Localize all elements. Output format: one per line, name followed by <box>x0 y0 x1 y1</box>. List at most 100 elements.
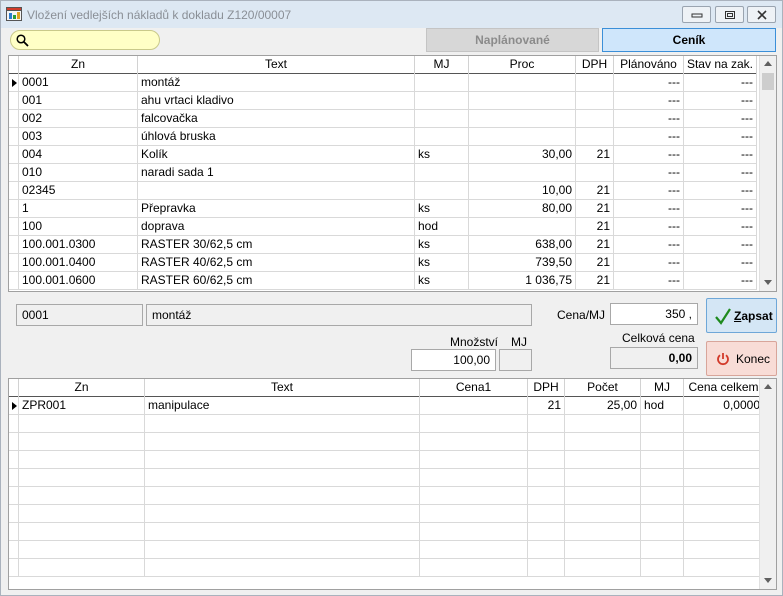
cell-dph: 21 <box>576 236 614 253</box>
row-indicator[interactable] <box>9 74 19 91</box>
row-indicator[interactable] <box>9 523 19 540</box>
cell-stock: --- <box>684 146 757 163</box>
row-indicator[interactable] <box>9 505 19 522</box>
cell-count: 25,00 <box>565 397 641 414</box>
column-header-stock[interactable]: Stav na zak. <box>684 56 757 74</box>
cell-proc <box>469 164 576 181</box>
table-row[interactable]: 003 úhlová bruska --- --- <box>9 128 757 146</box>
cell-zn: 010 <box>19 164 138 181</box>
close-button[interactable] <box>747 6 776 23</box>
cell-proc <box>469 128 576 145</box>
column-header-text[interactable]: Text <box>138 56 415 74</box>
table-row[interactable] <box>9 469 764 487</box>
scrollbar-thumb[interactable] <box>762 73 774 90</box>
column-header-mj[interactable]: MJ <box>415 56 469 74</box>
cell-text: RASTER 40/62,5 cm <box>138 254 415 271</box>
column-header-planned[interactable]: Plánováno <box>614 56 684 74</box>
pricelist-grid[interactable]: Zn Text MJ Proc DPH Plánováno Stav na za… <box>8 55 777 292</box>
scroll-down-button[interactable] <box>760 275 776 291</box>
close-dialog-label: Konec <box>736 352 771 366</box>
table-row[interactable]: ZPR001 manipulace 21 25,00 hod 0,0000 <box>9 397 764 415</box>
table-row[interactable] <box>9 487 764 505</box>
cell-dph: 21 <box>576 254 614 271</box>
row-indicator[interactable] <box>9 487 19 504</box>
table-row[interactable] <box>9 505 764 523</box>
column-header-mj[interactable]: MJ <box>641 379 684 397</box>
table-row[interactable] <box>9 451 764 469</box>
column-header-proc[interactable]: Proc <box>469 56 576 74</box>
column-header-total-price[interactable]: Cena celkem <box>684 379 764 397</box>
close-icon <box>757 10 767 20</box>
title-bar[interactable]: Vložení vedlejších nákladů k dokladu Z12… <box>1 1 782 28</box>
cell-text <box>145 523 420 540</box>
row-indicator[interactable] <box>9 254 19 271</box>
row-indicator[interactable] <box>9 128 19 145</box>
table-row[interactable]: 100.001.0300 RASTER 30/62,5 cm ks 638,00 21-… <box>9 236 757 254</box>
cell-planned: --- <box>614 110 684 127</box>
price-input[interactable]: 350 , <box>610 303 698 325</box>
table-row[interactable]: 02345 10,00 21 --- --- <box>9 182 757 200</box>
table-row[interactable]: 100 doprava hod 21 --- --- <box>9 218 757 236</box>
search-input[interactable] <box>33 33 153 47</box>
table-row[interactable] <box>9 559 764 577</box>
scroll-down-button[interactable] <box>760 573 776 589</box>
cell-mj <box>641 415 684 432</box>
row-indicator[interactable] <box>9 146 19 163</box>
column-header-zn[interactable]: Zn <box>19 56 138 74</box>
tab-pricelist[interactable]: Ceník <box>602 28 776 52</box>
table-row[interactable]: 100.001.0400 RASTER 40/62,5 cm ks 739,50 21-… <box>9 254 757 272</box>
row-indicator[interactable] <box>9 182 19 199</box>
table-row[interactable]: 001 ahu vrtaci kladivo --- --- <box>9 92 757 110</box>
row-indicator[interactable] <box>9 451 19 468</box>
row-indicator[interactable] <box>9 415 19 432</box>
tab-planned[interactable]: Naplánované <box>426 28 599 52</box>
selected-costs-grid[interactable]: Zn Text Cena1 DPH Počet MJ Cena celkem Z… <box>8 378 777 590</box>
row-indicator[interactable] <box>9 164 19 181</box>
column-header-zn[interactable]: Zn <box>19 379 145 397</box>
search-box[interactable] <box>10 30 160 50</box>
table-row[interactable]: 002 falcovačka --- --- <box>9 110 757 128</box>
quantity-input[interactable]: 100,00 <box>411 349 496 371</box>
column-header-text[interactable]: Text <box>145 379 420 397</box>
cell-mj <box>641 469 684 486</box>
vertical-scrollbar[interactable] <box>759 379 776 589</box>
vertical-scrollbar[interactable] <box>759 56 776 291</box>
table-row[interactable]: 0001 montáž --- --- <box>9 74 757 92</box>
row-indicator[interactable] <box>9 397 19 414</box>
column-header-dph[interactable]: DPH <box>576 56 614 74</box>
row-indicator[interactable] <box>9 272 19 289</box>
column-header-dph[interactable]: DPH <box>528 379 565 397</box>
chevron-up-icon <box>764 61 772 66</box>
column-header-count[interactable]: Počet <box>565 379 641 397</box>
row-indicator[interactable] <box>9 541 19 558</box>
cell-count <box>565 487 641 504</box>
unit-label: MJ <box>511 335 527 349</box>
cell-count <box>565 541 641 558</box>
column-header-price1[interactable]: Cena1 <box>420 379 528 397</box>
scroll-up-button[interactable] <box>760 379 776 395</box>
minimize-button[interactable] <box>682 6 711 23</box>
cell-stock: --- <box>684 200 757 217</box>
row-indicator[interactable] <box>9 469 19 486</box>
table-row[interactable] <box>9 541 764 559</box>
table-row[interactable] <box>9 415 764 433</box>
row-indicator[interactable] <box>9 559 19 576</box>
table-row[interactable] <box>9 523 764 541</box>
table-row[interactable] <box>9 433 764 451</box>
close-dialog-button[interactable]: Konec <box>706 341 777 376</box>
row-indicator[interactable] <box>9 218 19 235</box>
row-indicator[interactable] <box>9 200 19 217</box>
cell-mj: ks <box>415 200 469 217</box>
maximize-button[interactable] <box>715 6 744 23</box>
table-row[interactable]: 004 Kolík ks 30,00 21 --- --- <box>9 146 757 164</box>
table-row[interactable]: 100.001.0600 RASTER 60/62,5 cm ks 1 036,75 2… <box>9 272 757 290</box>
row-indicator[interactable] <box>9 433 19 450</box>
scroll-up-button[interactable] <box>760 56 776 72</box>
save-button[interactable]: Zapsat <box>706 298 777 333</box>
table-row[interactable]: 010 naradi sada 1 --- --- <box>9 164 757 182</box>
cell-zn: 1 <box>19 200 138 217</box>
table-row[interactable]: 1 Přepravka ks 80,00 21 --- --- <box>9 200 757 218</box>
row-indicator[interactable] <box>9 110 19 127</box>
row-indicator[interactable] <box>9 92 19 109</box>
row-indicator[interactable] <box>9 236 19 253</box>
